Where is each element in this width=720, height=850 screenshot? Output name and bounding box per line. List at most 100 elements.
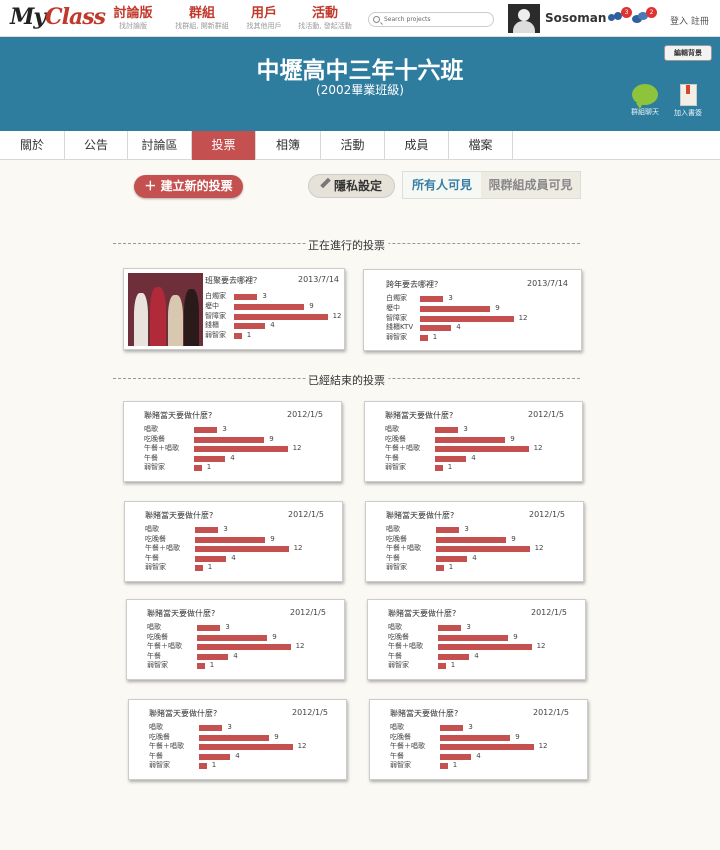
poll-option: 吃晚餐 9 xyxy=(149,733,344,742)
poll-option-bar xyxy=(440,763,448,770)
poll-option-bar xyxy=(234,303,305,310)
visibility-members-option[interactable]: 限群組成員可見 xyxy=(481,172,580,198)
poll-card[interactable]: 跨年要去哪裡？ 2013/7/14 白燭家 3 壢中 9 智障家 12 錢櫃KTV 4 弱智家 1 xyxy=(363,269,582,351)
logo[interactable]: MyClass xyxy=(10,4,106,30)
tab-files[interactable]: 檔案 xyxy=(449,131,513,160)
poll-option-label: 吃晚餐 xyxy=(390,732,411,741)
poll-title[interactable]: 聯賭當天要做什麼? xyxy=(144,410,212,421)
group-chat-button[interactable]: 群組聊天 xyxy=(626,84,664,117)
poll-title[interactable]: 跨年要去哪裡？ xyxy=(386,279,442,290)
poll-card[interactable]: 聯賭當天要做什麼? 2012/1/5 唱歌 3 吃晚餐 9 午餐＋唱歌 12 午餐 4 弱智家 1 xyxy=(367,599,586,680)
poll-option-label: 白燭家 xyxy=(386,294,407,302)
poll-option-count: 12 xyxy=(295,642,305,651)
poll-card[interactable]: 聯賭當天要做什麼? 2012/1/5 唱歌 3 吃晚餐 9 午餐＋唱歌 12 午餐 4 弱智家 1 xyxy=(364,401,583,482)
poll-option: 吃晚餐 9 xyxy=(147,633,342,642)
poll-card[interactable]: 班聚要去哪裡？ 2013/7/14 白燭家 3 壢中 9 智障家 12 錢櫃 4 弱智家 1 xyxy=(123,268,345,350)
poll-option: 錢櫃KTV 4 xyxy=(386,323,579,332)
nav-item-sub: 找群組, 開新群組 xyxy=(175,22,229,30)
poll-option-label: 白燭家 xyxy=(205,292,226,300)
poll-option-bar xyxy=(440,744,534,751)
poll-option: 弱智家 1 xyxy=(390,761,585,770)
poll-option-label: 午餐＋唱歌 xyxy=(388,642,423,651)
tab-announcements[interactable]: 公告 xyxy=(65,131,128,160)
poll-option: 弱智家 1 xyxy=(145,563,340,572)
poll-option: 唱歌 3 xyxy=(386,525,581,534)
poll-option-label: 唱歌 xyxy=(390,723,404,731)
bookmark-label: 加入書簽 xyxy=(674,109,702,117)
friends-icon[interactable] xyxy=(608,12,622,24)
top-nav: MyClass 討論版 找討論版 群組 找群組, 開新群組 用戶 找其他用戶 活… xyxy=(0,0,720,37)
group-title: 中壢高中三年十六班 xyxy=(256,58,464,84)
photo-figure xyxy=(184,289,199,346)
nav-item-label: 討論版 xyxy=(113,6,153,21)
poll-option: 午餐＋唱歌 12 xyxy=(147,642,342,651)
poll-card[interactable]: 聯賭當天要做什麼? 2012/1/5 唱歌 3 吃晚餐 9 午餐＋唱歌 12 午餐 4 弱智家 1 xyxy=(123,401,342,482)
poll-option-label: 吃晚餐 xyxy=(149,732,170,741)
poll-option-bar xyxy=(194,436,265,443)
privacy-settings-button[interactable]: 隱私設定 xyxy=(308,174,395,198)
bookmark-button[interactable]: 加入書簽 xyxy=(668,84,708,118)
username[interactable]: Sosoman xyxy=(545,11,606,25)
tab-events[interactable]: 活動 xyxy=(321,131,385,160)
poll-option-count: 1 xyxy=(448,563,454,572)
poll-option-count: 9 xyxy=(513,632,518,641)
poll-card[interactable]: 聯賭當天要做什麼? 2012/1/5 唱歌 3 吃晚餐 9 午餐＋唱歌 12 午餐 4 弱智家 1 xyxy=(369,699,588,780)
poll-title[interactable]: 聯賭當天要做什麼? xyxy=(149,708,217,719)
privacy-label: 隱私設定 xyxy=(334,179,383,193)
visibility-all-option[interactable]: 所有人可見 xyxy=(403,172,481,198)
tab-about[interactable]: 關於 xyxy=(0,131,65,160)
poll-option-label: 錢櫃KTV xyxy=(386,323,414,332)
poll-date: 2012/1/5 xyxy=(292,708,328,717)
tab-polls[interactable]: 投票 xyxy=(192,131,256,160)
nav-item-groups[interactable]: 群組 找群組, 開新群組 xyxy=(170,6,234,31)
poll-card[interactable]: 聯賭當天要做什麼? 2012/1/5 唱歌 3 吃晚餐 9 午餐＋唱歌 12 午餐 4 弱智家 1 xyxy=(365,501,584,582)
tab-albums[interactable]: 相簿 xyxy=(256,131,321,160)
login-register-link[interactable]: 登入 註冊 xyxy=(670,14,709,27)
poll-card[interactable]: 聯賭當天要做什麼? 2012/1/5 唱歌 3 吃晚餐 9 午餐＋唱歌 12 午餐 4 弱智家 1 xyxy=(126,599,345,680)
bookmark-icon xyxy=(679,84,697,106)
poll-option-label: 午餐 xyxy=(147,651,161,660)
poll-title[interactable]: 聯賭當天要做什麼? xyxy=(385,410,453,421)
nav-item-events[interactable]: 活動 找活動, 發起活動 xyxy=(294,6,356,31)
poll-option-bar xyxy=(438,625,462,631)
poll-option-bar xyxy=(197,625,221,631)
poll-card[interactable]: 聯賭當天要做什麼? 2012/1/5 唱歌 3 吃晚餐 9 午餐＋唱歌 12 午餐 4 弱智家 1 xyxy=(128,699,347,780)
edit-background-button[interactable]: 編輯背景 xyxy=(664,45,712,61)
poll-option: 午餐 4 xyxy=(386,554,581,563)
poll-option-count: 3 xyxy=(463,425,468,433)
poll-option-count: 1 xyxy=(207,563,213,572)
poll-title[interactable]: 聯賭當天要做什麼? xyxy=(145,510,213,521)
poll-date: 2012/1/5 xyxy=(528,410,564,419)
tab-discussion[interactable]: 討論區 xyxy=(128,131,192,160)
poll-option-label: 午餐＋唱歌 xyxy=(147,642,182,651)
poll-date: 2013/7/14 xyxy=(298,275,340,284)
logo-accent-text: Class xyxy=(45,4,106,30)
nav-item-users[interactable]: 用戶 找其他用戶 xyxy=(240,6,288,31)
poll-option-count: 3 xyxy=(225,623,230,631)
poll-option: 唱歌 3 xyxy=(388,623,583,632)
group-banner: 中壢高中三年十六班 (2002畢業班級) 編輯背景 群組聊天 加入書簽 xyxy=(0,37,720,131)
search-input[interactable]: Search projects xyxy=(368,12,494,27)
poll-option-count: 9 xyxy=(272,632,277,641)
create-poll-button[interactable]: ＋ 建立新的投票 xyxy=(134,175,243,198)
poll-title[interactable]: 聯賭當天要做什麼? xyxy=(147,608,215,619)
poll-title[interactable]: 聯賭當天要做什麼? xyxy=(386,510,454,521)
poll-option-label: 吃晚餐 xyxy=(144,434,165,443)
poll-option-count: 4 xyxy=(231,553,236,562)
poll-card[interactable]: 聯賭當天要做什麼? 2012/1/5 唱歌 3 吃晚餐 9 午餐＋唱歌 12 午餐 4 弱智家 1 xyxy=(124,501,343,582)
poll-option-count: 1 xyxy=(452,761,458,770)
poll-option-label: 午餐 xyxy=(149,751,163,760)
poll-title[interactable]: 聯賭當天要做什麼? xyxy=(388,608,456,619)
poll-option-bar xyxy=(197,653,229,660)
poll-title[interactable]: 班聚要去哪裡？ xyxy=(205,275,261,286)
poll-option-bar xyxy=(435,427,459,433)
nav-item-label: 活動 xyxy=(311,6,338,21)
poll-option-count: 9 xyxy=(495,303,500,312)
poll-title[interactable]: 聯賭當天要做什麼? xyxy=(390,708,458,719)
poll-option-bar xyxy=(436,536,507,543)
poll-option: 午餐 4 xyxy=(385,454,580,463)
avatar[interactable] xyxy=(508,4,540,33)
poll-option-label: 午餐＋唱歌 xyxy=(144,444,179,453)
nav-item-forum[interactable]: 討論版 找討論版 xyxy=(108,6,158,31)
tab-members[interactable]: 成員 xyxy=(385,131,449,160)
